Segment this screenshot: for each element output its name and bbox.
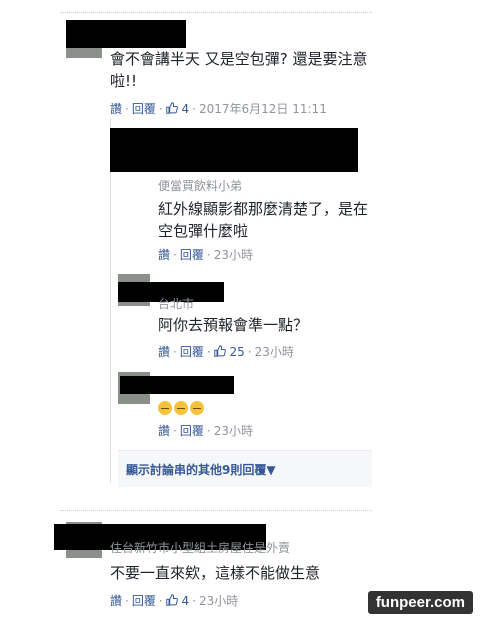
reply-text: 阿你去預報會準一點？ bbox=[158, 316, 309, 334]
reply-actions: 讚 · 回覆 · 23小時 bbox=[158, 424, 253, 438]
redacted-author-name bbox=[110, 128, 358, 172]
smirk-emoji-icon bbox=[190, 401, 204, 415]
like-count[interactable]: 4 bbox=[182, 102, 190, 116]
comment-actions: 讚 · 回覆 · 4 · 2017年6月12日 11:11 bbox=[110, 102, 327, 116]
thumbs-up-icon[interactable] bbox=[165, 102, 178, 114]
reply-actions: 讚 · 回覆 · 23小時 bbox=[158, 248, 253, 262]
reply-button[interactable]: 回覆 bbox=[132, 594, 156, 608]
redacted-author-name bbox=[66, 20, 186, 48]
timestamp[interactable]: 23小時 bbox=[255, 345, 294, 359]
timestamp[interactable]: 23小時 bbox=[214, 424, 253, 438]
author-subtitle: 台北市 bbox=[158, 297, 195, 311]
reply-emojis bbox=[158, 400, 206, 419]
author-subtitle: 便當買飲料小弟 bbox=[158, 179, 243, 193]
reply-button[interactable]: 回覆 bbox=[180, 345, 204, 359]
thread-line bbox=[110, 118, 111, 483]
comment-divider bbox=[60, 510, 372, 511]
more-replies-link[interactable]: 顯示討論串的其他9則回覆▼ bbox=[126, 461, 276, 478]
like-button[interactable]: 讚 bbox=[110, 102, 122, 116]
more-replies-bar[interactable]: 顯示討論串的其他9則回覆▼ bbox=[118, 450, 372, 487]
author-subtitle: 住台新竹市小型組土房屋住是外賣 bbox=[110, 541, 291, 555]
top-divider bbox=[60, 12, 372, 13]
reply-button[interactable]: 回覆 bbox=[180, 248, 204, 262]
watermark: funpeer.com bbox=[367, 591, 473, 614]
reply-button[interactable]: 回覆 bbox=[180, 424, 204, 438]
reply-actions: 讚 · 回覆 · 25 · 23小時 bbox=[158, 345, 294, 359]
like-button[interactable]: 讚 bbox=[158, 345, 170, 359]
like-count[interactable]: 4 bbox=[182, 594, 190, 608]
smirk-emoji-icon bbox=[158, 401, 172, 415]
comment-actions: 讚 · 回覆 · 4 · 23小時 bbox=[110, 594, 239, 608]
like-button[interactable]: 讚 bbox=[110, 594, 122, 608]
redacted-author-name bbox=[120, 376, 234, 394]
timestamp[interactable]: 2017年6月12日 11:11 bbox=[199, 102, 327, 116]
reply-button[interactable]: 回覆 bbox=[132, 102, 156, 116]
thumbs-up-icon[interactable] bbox=[165, 594, 178, 606]
like-count[interactable]: 25 bbox=[230, 345, 245, 359]
timestamp[interactable]: 23小時 bbox=[199, 594, 238, 608]
comment-text: 會不會講半天 又是空包彈? 還是要注意啦!! bbox=[110, 50, 368, 90]
timestamp[interactable]: 23小時 bbox=[214, 248, 253, 262]
like-button[interactable]: 讚 bbox=[158, 248, 170, 262]
smirk-emoji-icon bbox=[174, 401, 188, 415]
thumbs-up-icon[interactable] bbox=[213, 345, 226, 357]
reply-text: 紅外線顯影都那麼清楚了，是在空包彈什麼啦 bbox=[158, 200, 369, 240]
like-button[interactable]: 讚 bbox=[158, 424, 170, 438]
comment-text: 不要一直來欸，這樣不能做生意 bbox=[110, 564, 321, 582]
